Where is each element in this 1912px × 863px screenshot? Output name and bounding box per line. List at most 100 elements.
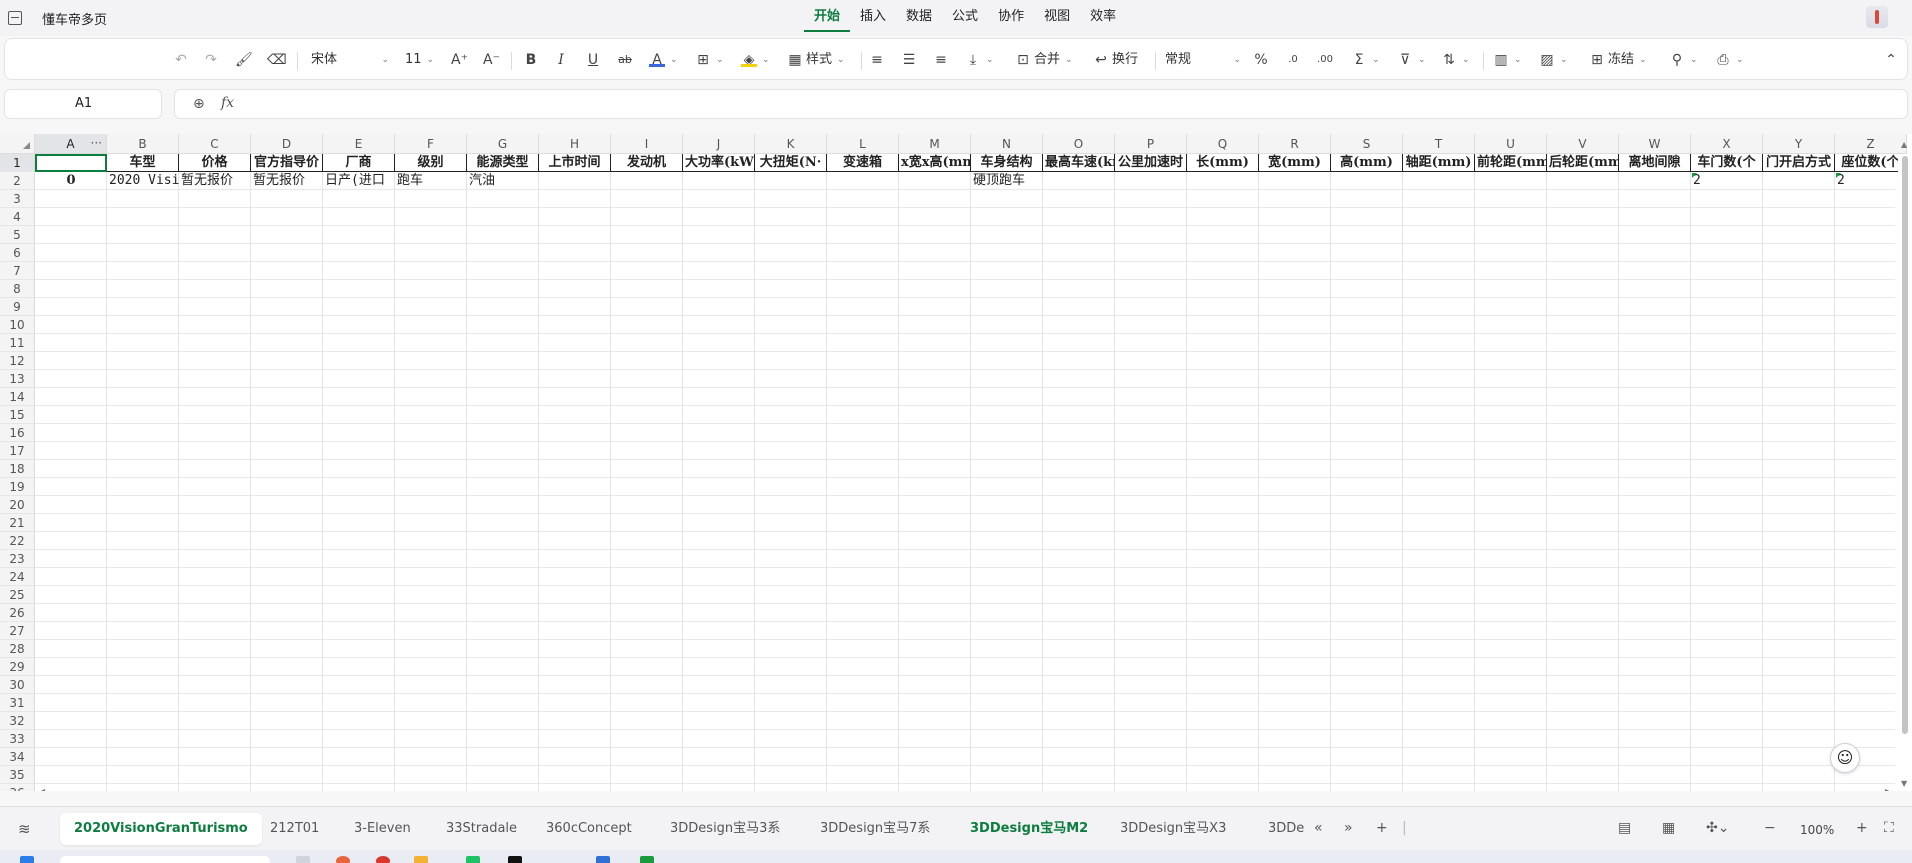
print-icon[interactable]: ⎙ ⌄ bbox=[1715, 49, 1743, 71]
taskbar-search[interactable] bbox=[60, 856, 270, 863]
sheet-tab[interactable]: 212T01 bbox=[256, 813, 333, 845]
name-box[interactable]: A1 bbox=[4, 89, 162, 119]
add-sheet-icon[interactable]: + bbox=[1376, 820, 1388, 836]
align-right-icon[interactable]: ≡ bbox=[933, 49, 949, 71]
row-header-18[interactable]: 18 bbox=[0, 460, 35, 478]
header-cell-d[interactable]: 官方指导价 bbox=[251, 154, 323, 172]
column-header-p[interactable]: P bbox=[1115, 134, 1187, 154]
header-cell-s[interactable]: 高(mm) bbox=[1331, 154, 1403, 172]
bold-icon[interactable]: B bbox=[523, 49, 539, 71]
user-avatar[interactable] bbox=[1866, 6, 1888, 28]
header-cell-y[interactable]: 门开启方式 bbox=[1763, 154, 1835, 172]
align-center-icon[interactable]: ☰ bbox=[901, 49, 917, 71]
row-header-12[interactable]: 12 bbox=[0, 352, 35, 370]
menu-tab-start[interactable]: 开始 bbox=[804, 8, 851, 32]
row-header-3[interactable]: 3 bbox=[0, 190, 35, 208]
column-header-o[interactable]: O bbox=[1043, 134, 1115, 154]
data-cell-e2[interactable]: 日产(进口 bbox=[323, 172, 395, 190]
taskbar-app-icon[interactable] bbox=[596, 856, 610, 863]
next-sheets-icon[interactable]: » bbox=[1344, 820, 1353, 836]
data-cell-f2[interactable]: 跑车 bbox=[395, 172, 467, 190]
menu-tab-formula[interactable]: 公式 bbox=[942, 8, 988, 32]
header-cell-f[interactable]: 级别 bbox=[395, 154, 467, 172]
header-cell-r[interactable]: 宽(mm) bbox=[1259, 154, 1331, 172]
start-icon[interactable] bbox=[20, 856, 34, 863]
scroll-left-icon[interactable]: ◀ bbox=[39, 787, 45, 791]
row-header-35[interactable]: 35 bbox=[0, 766, 35, 784]
row-header-29[interactable]: 29 bbox=[0, 658, 35, 676]
row-header-6[interactable]: 6 bbox=[0, 244, 35, 262]
data-cell-c2[interactable]: 暂无报价 bbox=[179, 172, 251, 190]
header-cell-u[interactable]: 前轮距(mm bbox=[1475, 154, 1547, 172]
data-cell-b2[interactable]: 2020 Visi bbox=[107, 172, 179, 190]
row-header-30[interactable]: 30 bbox=[0, 676, 35, 694]
column-header-v[interactable]: V bbox=[1547, 134, 1619, 154]
freeze-button[interactable]: ⊞ 冻结 ⌄ bbox=[1589, 49, 1646, 71]
undo-icon[interactable]: ↶ bbox=[173, 49, 189, 71]
data-cell-g2[interactable]: 汽油 bbox=[467, 172, 539, 190]
header-cell-b[interactable]: 车型 bbox=[107, 154, 179, 172]
row-header-21[interactable]: 21 bbox=[0, 514, 35, 532]
number-format-select[interactable]: 常规 ⌄ bbox=[1165, 49, 1241, 71]
header-cell-z[interactable]: 座位数(个 bbox=[1835, 154, 1907, 172]
vertical-scroll-thumb[interactable] bbox=[1902, 156, 1908, 734]
active-cell-a1[interactable] bbox=[35, 154, 107, 172]
document-icon[interactable] bbox=[8, 11, 22, 25]
column-header-w[interactable]: W bbox=[1619, 134, 1691, 154]
row-header-14[interactable]: 14 bbox=[0, 388, 35, 406]
column-header-g[interactable]: G bbox=[467, 134, 539, 154]
header-cell-m[interactable]: x宽x高(mm bbox=[899, 154, 971, 172]
column-header-i[interactable]: I bbox=[611, 134, 683, 154]
column-header-k[interactable]: K bbox=[755, 134, 827, 154]
font-family-select[interactable]: 宋体 ⌄ bbox=[311, 49, 389, 71]
row-header-7[interactable]: 7 bbox=[0, 262, 35, 280]
column-header-h[interactable]: H bbox=[539, 134, 611, 154]
row-header-34[interactable]: 34 bbox=[0, 748, 35, 766]
header-cell-e[interactable]: 厂商 bbox=[323, 154, 395, 172]
formula-bar[interactable]: ⊕ fx bbox=[174, 89, 1908, 119]
wrap-text-button[interactable]: ↩ 换行 bbox=[1093, 49, 1138, 71]
normal-view-icon[interactable]: ▤ bbox=[1618, 820, 1631, 836]
collapse-ribbon-icon[interactable]: ⌃ bbox=[1883, 49, 1899, 71]
sheet-tab[interactable]: 3DDe bbox=[1254, 813, 1318, 845]
header-cell-o[interactable]: 最高车速(km bbox=[1043, 154, 1115, 172]
sheet-tab[interactable]: 2020VisionGranTurismo bbox=[60, 813, 262, 845]
ai-assistant-icon[interactable]: ☺ bbox=[1830, 743, 1860, 773]
sheet-tab[interactable]: 360cConcept bbox=[532, 813, 646, 845]
row-header-4[interactable]: 4 bbox=[0, 208, 35, 226]
taskbar-app-icon[interactable] bbox=[336, 856, 350, 863]
menu-tab-data[interactable]: 数据 bbox=[896, 8, 942, 32]
header-cell-h[interactable]: 上市时间 bbox=[539, 154, 611, 172]
sheet-tab[interactable]: 3DDesign宝马3系 bbox=[656, 813, 794, 845]
column-header-b[interactable]: B bbox=[107, 134, 179, 154]
sheet-tab[interactable]: 3DDesign宝马7系 bbox=[806, 813, 944, 845]
sort-icon[interactable]: ⇅ ⌄ bbox=[1441, 49, 1469, 71]
row-header-1[interactable]: 1 bbox=[0, 154, 35, 172]
scroll-right-icon[interactable]: ▶ bbox=[1885, 787, 1891, 791]
scroll-up-icon[interactable]: ▲ bbox=[1901, 140, 1907, 149]
header-cell-i[interactable]: 发动机 bbox=[611, 154, 683, 172]
sheet-tab[interactable]: 3DDesign宝马M2 bbox=[956, 813, 1102, 845]
row-header-11[interactable]: 11 bbox=[0, 334, 35, 352]
row-header-24[interactable]: 24 bbox=[0, 568, 35, 586]
row-header-32[interactable]: 32 bbox=[0, 712, 35, 730]
row-header-20[interactable]: 20 bbox=[0, 496, 35, 514]
taskbar-app-icon[interactable] bbox=[466, 856, 480, 863]
header-cell-g[interactable]: 能源类型 bbox=[467, 154, 539, 172]
data-cell-z2[interactable]: 2 bbox=[1835, 172, 1907, 190]
page-layout-icon[interactable]: ▦ bbox=[1662, 820, 1675, 836]
row-header-13[interactable]: 13 bbox=[0, 370, 35, 388]
select-all-corner[interactable] bbox=[0, 134, 35, 154]
row-header-17[interactable]: 17 bbox=[0, 442, 35, 460]
header-cell-v[interactable]: 后轮距(mm bbox=[1547, 154, 1619, 172]
row-header-9[interactable]: 9 bbox=[0, 298, 35, 316]
taskbar-app-icon[interactable] bbox=[414, 856, 428, 863]
taskbar-app-icon[interactable] bbox=[640, 856, 654, 863]
sum-icon[interactable]: Σ ⌄ bbox=[1351, 49, 1380, 71]
data-cell-n2[interactable]: 硬顶跑车 bbox=[971, 172, 1043, 190]
menu-tab-view[interactable]: 视图 bbox=[1034, 8, 1080, 32]
header-cell-c[interactable]: 价格 bbox=[179, 154, 251, 172]
taskbar-app-icon[interactable] bbox=[376, 856, 390, 863]
prev-sheets-icon[interactable]: « bbox=[1314, 820, 1323, 836]
vertical-scrollbar[interactable]: ▲ ▼ bbox=[1898, 140, 1912, 788]
